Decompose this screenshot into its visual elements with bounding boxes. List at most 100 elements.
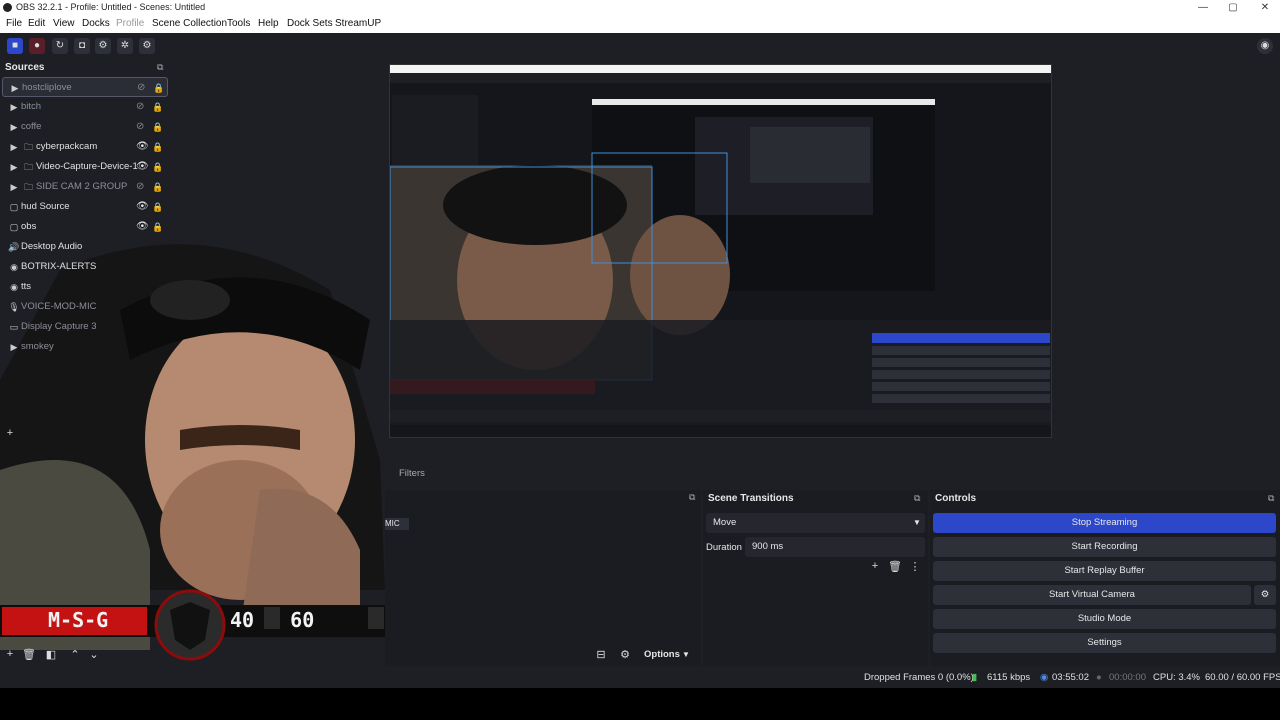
source-item[interactable]: ▶ smokey (2, 337, 168, 357)
add-scene-icon[interactable]: + (3, 427, 17, 439)
start-replay-buffer-button[interactable]: Start Replay Buffer (933, 561, 1276, 581)
sources-footer: + 🗑 ◧ ⌃ ⌄ (0, 646, 110, 664)
virtual-camera-icon[interactable]: ⚙ (95, 38, 111, 54)
source-item-label: hud Source (21, 201, 70, 212)
source-item-label: smokey (21, 341, 54, 352)
source-item[interactable]: 🔊 Desktop Audio (2, 237, 168, 257)
duration-input[interactable]: 900 ms (745, 537, 925, 557)
remove-transition-icon[interactable]: 🗑 (888, 560, 902, 573)
plugin-icon[interactable]: ✲ (117, 38, 133, 54)
sources-list: ▶ hostcliplove ⊘ 🔒 ▶ bitch ⊘ 🔒 ▶ coffe ⊘ 🔒 ▶ 🗀 cyberpa… (0, 59, 170, 369)
menu-edit[interactable]: Edit (28, 18, 45, 29)
maximize-button[interactable]: ▢ (1218, 0, 1248, 15)
source-item[interactable]: ▭ Display Capture 3 (2, 317, 168, 337)
move-up-icon[interactable]: ⌃ (68, 648, 82, 661)
scene-transitions-title: Scene Transitions (708, 493, 794, 504)
source-item[interactable]: ▢ obs 👁 🔒 (2, 217, 168, 237)
menu-tools[interactable]: Tools (227, 18, 250, 29)
signal-icon: ▮ (972, 672, 978, 683)
source-item[interactable]: ▶ 🗀 cyberpackcam 👁 🔒 (2, 137, 168, 157)
source-item-label: tts (21, 281, 32, 292)
lock-icon[interactable]: 🔒 (152, 117, 163, 137)
menu-help[interactable]: Help (258, 18, 279, 29)
overlay-left-text: M-S-G (48, 608, 108, 632)
display-source-icon: ▭ (9, 322, 19, 332)
screenshot-icon[interactable]: ◘ (74, 38, 90, 54)
transition-more-icon[interactable]: ⋮ (908, 560, 922, 573)
stop-streaming-button[interactable]: Stop Streaming (933, 513, 1276, 533)
options-button[interactable]: Options (644, 649, 680, 660)
cpu-usage: CPU: 3.4% (1153, 672, 1200, 683)
remove-source-icon[interactable]: 🗑 (22, 648, 36, 661)
add-source-icon[interactable]: + (3, 648, 17, 660)
source-item-label: hostcliplove (22, 82, 72, 93)
virtual-camera-settings-icon[interactable]: ⚙ (1254, 585, 1276, 605)
record-time: 00:00:00 (1109, 672, 1146, 683)
mixer-popout-icon[interactable]: ⧉ (689, 492, 695, 503)
source-item[interactable]: ▶ hostcliplove ⊘ 🔒 (2, 77, 168, 97)
studio-mode-button[interactable]: Studio Mode (933, 609, 1276, 629)
bitrate: 6115 kbps (987, 672, 1031, 683)
menu-scene-collection[interactable]: Scene Collection (152, 18, 227, 29)
replay-icon[interactable]: ↻ (52, 38, 68, 54)
window-title: OBS 32.2.1 - Profile: Untitled - Scenes:… (16, 2, 206, 12)
source-item[interactable]: ◉ tts (2, 277, 168, 297)
mixer-layout-icon[interactable]: ⊟ (594, 648, 608, 661)
eye-icon[interactable]: 👁 (136, 157, 149, 177)
menu-file[interactable]: File (6, 18, 22, 29)
filters-tab[interactable]: Filters (399, 468, 425, 479)
lock-icon[interactable]: 🔒 (152, 157, 163, 177)
close-button[interactable]: ✕ (1250, 0, 1280, 15)
menu-dock-sets[interactable]: Dock Sets (287, 18, 333, 29)
controls-popout-icon[interactable]: ⧉ (1268, 493, 1274, 504)
browser-source-icon: ◉ (10, 282, 18, 292)
lock-icon[interactable]: 🔒 (153, 78, 164, 98)
audio-source-icon: 🔊 (8, 242, 20, 252)
source-item-label: VOICE-MOD-MIC (21, 301, 97, 312)
source-item[interactable]: ▶ coffe ⊘ 🔒 (2, 117, 168, 137)
move-down-icon[interactable]: ⌄ (87, 648, 101, 661)
options-chevron-icon: ▼ (682, 650, 690, 659)
start-virtual-camera-button[interactable]: Start Virtual Camera (933, 585, 1251, 605)
source-item[interactable]: ◉ BOTRIX-ALERTS (2, 257, 168, 277)
lock-icon[interactable]: 🔒 (152, 97, 163, 117)
eye-icon[interactable]: 👁 (136, 137, 149, 157)
menu-view[interactable]: View (53, 18, 75, 29)
eye-hidden-icon[interactable]: ⊘ (136, 177, 144, 197)
source-properties-icon[interactable]: ◧ (44, 648, 58, 661)
lock-icon[interactable]: 🔒 (152, 217, 163, 237)
lock-icon[interactable]: 🔒 (152, 197, 163, 217)
play-source-icon: ▶ (11, 83, 19, 93)
transitions-popout-icon[interactable]: ⧉ (914, 493, 920, 504)
menu-profile[interactable]: Profile (116, 18, 144, 29)
streamup-icon[interactable]: ◉ (1257, 38, 1273, 54)
start-recording-button[interactable]: Start Recording (933, 537, 1276, 557)
source-item[interactable]: ▶ bitch ⊘ 🔒 (2, 97, 168, 117)
eye-hidden-icon[interactable]: ⊘ (136, 117, 144, 137)
folder-icon: 🗀 (24, 182, 34, 192)
menu-docks[interactable]: Docks (82, 18, 110, 29)
source-item[interactable]: 🎙 VOICE-MOD-MIC (2, 297, 168, 317)
play-source-icon: ▶ (10, 102, 18, 112)
eye-icon[interactable]: 👁 (136, 217, 149, 237)
lock-icon[interactable]: 🔒 (152, 177, 163, 197)
record-icon[interactable]: ● (29, 38, 45, 54)
settings-button[interactable]: Settings (933, 633, 1276, 653)
source-item[interactable]: ▢ hud Source 👁 🔒 (2, 197, 168, 217)
lock-icon[interactable]: 🔒 (152, 137, 163, 157)
eye-icon[interactable]: 👁 (136, 197, 149, 217)
menu-streamup[interactable]: StreamUP (335, 18, 381, 29)
eye-hidden-icon[interactable]: ⊘ (137, 78, 145, 98)
stream-icon[interactable]: ■ (7, 38, 23, 54)
eye-hidden-icon[interactable]: ⊘ (136, 97, 144, 117)
menu-bar: File Edit View Docks Profile Scene Colle… (0, 15, 1280, 33)
transition-select[interactable]: Move (706, 513, 925, 533)
settings-gear-icon[interactable]: ⚙ (139, 38, 155, 54)
preview-canvas[interactable] (389, 64, 1052, 438)
minimize-button[interactable]: — (1188, 0, 1218, 15)
audio-mixer-panel: ⧉ MIC ⊟ ⚙ Options ▼ (385, 490, 701, 666)
source-item[interactable]: ▶ 🗀 SIDE CAM 2 GROUP ⊘ 🔒 (2, 177, 168, 197)
source-item[interactable]: ▶ 🗀 Video-Capture-Device-1 👁 🔒 (2, 157, 168, 177)
mixer-advanced-icon[interactable]: ⚙ (618, 648, 632, 661)
add-transition-icon[interactable]: + (868, 560, 882, 572)
